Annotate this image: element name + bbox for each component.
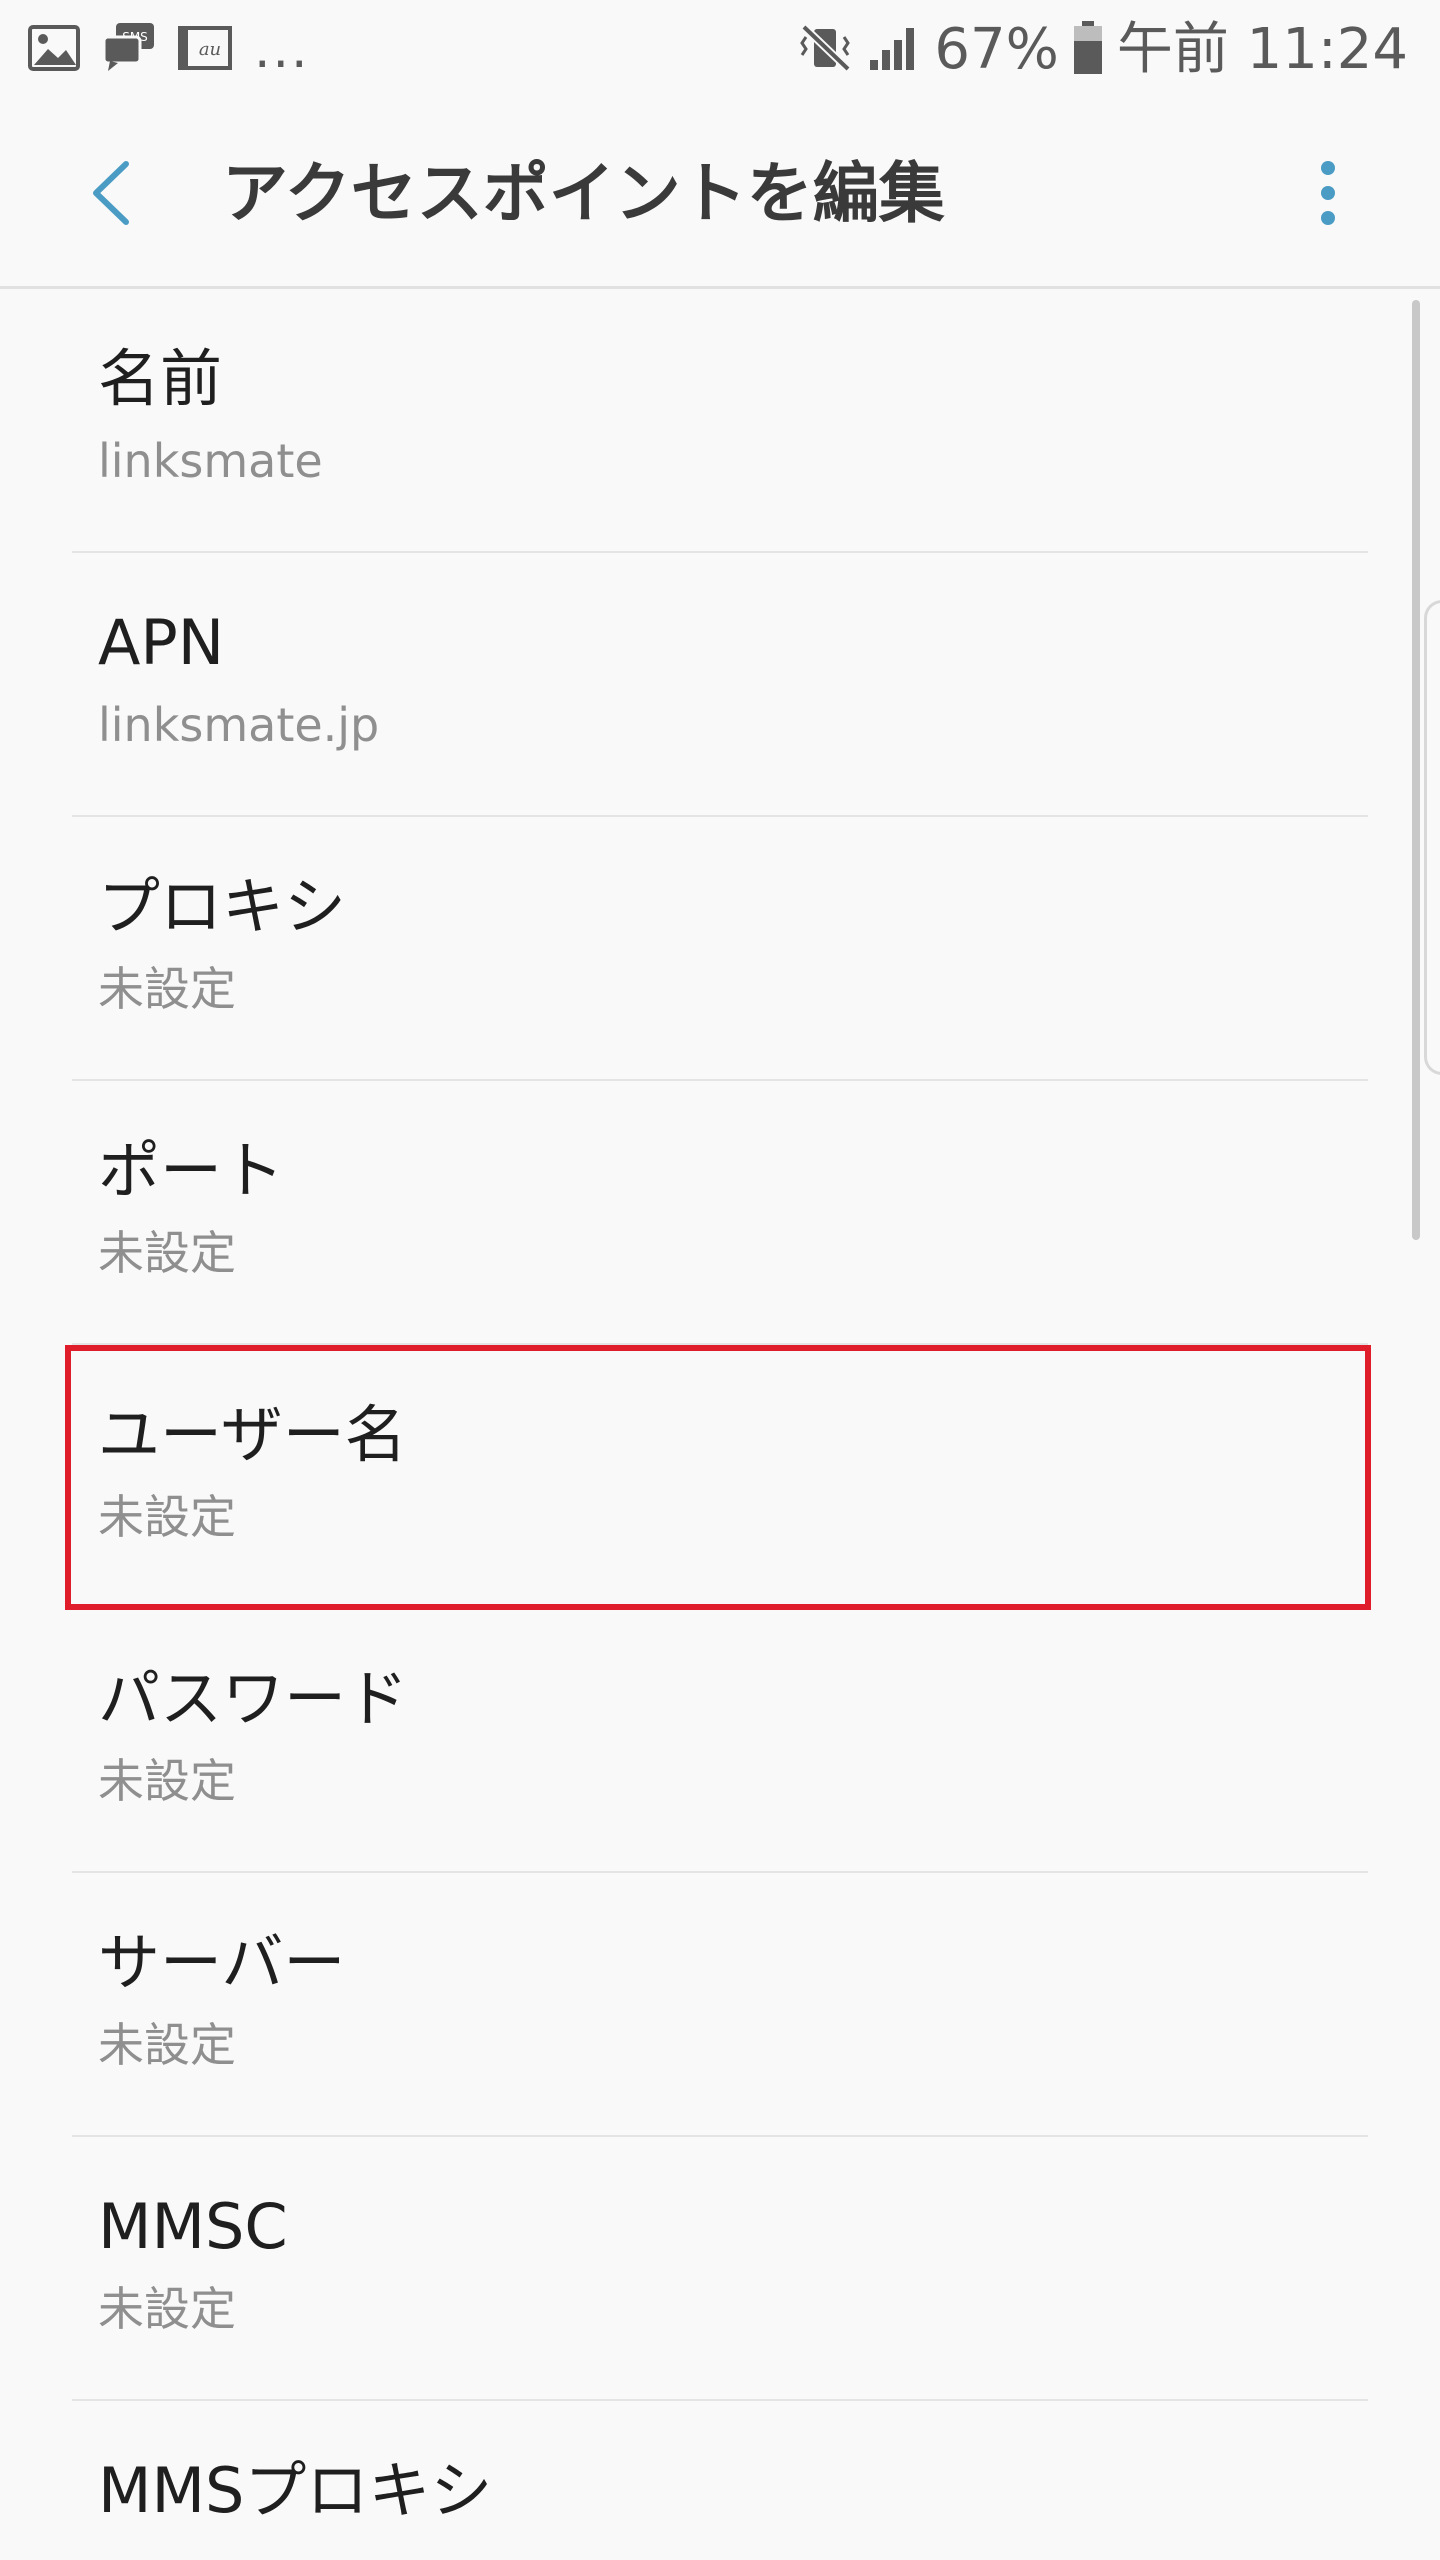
back-button[interactable]	[70, 150, 150, 240]
edge-panel-handle[interactable]	[1424, 600, 1440, 1075]
list-item-mmsc[interactable]: MMSC 未設定	[72, 2137, 1368, 2401]
status-time: 午前 11:24	[1116, 17, 1408, 82]
item-value: 未設定	[98, 2018, 236, 2072]
apn-settings-list: 名前 linksmate APN linksmate.jp プロキシ 未設定 ポ…	[0, 289, 1440, 2560]
list-item-password[interactable]: パスワード 未設定	[72, 1609, 1368, 1873]
signal-icon	[868, 24, 920, 76]
item-title: プロキシ	[98, 870, 347, 943]
list-item-port[interactable]: ポート 未設定	[72, 1081, 1368, 1345]
item-title: サーバー	[98, 1926, 346, 1999]
item-title: 名前	[98, 342, 223, 415]
app-bar: アクセスポイントを編集	[0, 100, 1440, 289]
notification-icons: SMS au ...	[28, 22, 310, 78]
battery-icon	[1073, 21, 1103, 79]
system-icons: 67% 午前 11:24	[798, 18, 1408, 82]
item-title: MMSC	[98, 2190, 288, 2263]
highlight-box	[65, 1345, 1371, 1610]
list-item-name[interactable]: 名前 linksmate	[72, 289, 1368, 553]
item-value: 未設定	[98, 1490, 236, 1544]
item-title: パスワード	[98, 1662, 409, 1735]
item-value: 未設定	[98, 962, 236, 1016]
page-title: アクセスポイントを編集	[222, 155, 945, 232]
more-vert-icon	[1318, 160, 1338, 230]
scrollbar[interactable]	[1412, 300, 1420, 1240]
chevron-left-icon	[88, 160, 132, 230]
item-title: ポート	[98, 1134, 285, 1207]
more-notifications-indicator: ...	[254, 20, 310, 80]
list-item-username[interactable]: ユーザー名 未設定	[65, 1345, 1371, 1610]
item-value: 未設定	[98, 2282, 236, 2336]
list-item-proxy[interactable]: プロキシ 未設定	[72, 817, 1368, 1081]
item-value: 未設定	[98, 1754, 236, 1808]
svg-text:au: au	[199, 39, 221, 60]
gallery-icon	[28, 25, 80, 75]
au-icon: au	[178, 24, 232, 76]
status-bar: SMS au ...	[0, 0, 1440, 100]
list-item-mms-proxy[interactable]: MMSプロキシ	[72, 2401, 1368, 2560]
list-item-apn[interactable]: APN linksmate.jp	[72, 553, 1368, 817]
more-options-button[interactable]	[1300, 152, 1356, 238]
list-item-server[interactable]: サーバー 未設定	[72, 1873, 1368, 2137]
item-title: MMSプロキシ	[98, 2454, 493, 2527]
item-value: 未設定	[98, 1226, 236, 1280]
sms-icon: SMS	[102, 23, 156, 77]
item-title: ユーザー名	[98, 1398, 407, 1471]
item-value: linksmate	[98, 434, 323, 488]
vibrate-mute-icon	[798, 23, 854, 77]
screen: SMS au ...	[0, 0, 1440, 2560]
item-value: linksmate.jp	[98, 698, 380, 752]
battery-percentage: 67%	[934, 17, 1059, 82]
item-title: APN	[98, 606, 225, 679]
